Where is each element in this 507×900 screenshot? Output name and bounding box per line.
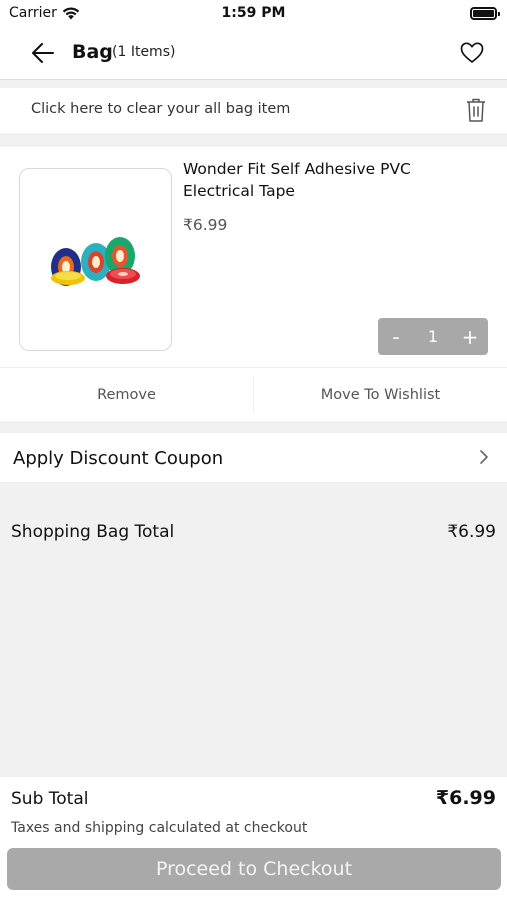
- apply-coupon-row[interactable]: Apply Discount Coupon: [0, 433, 507, 482]
- subtotal-label: Sub Total: [11, 789, 89, 809]
- cart-item: Wonder Fit Self Adhesive PVC Electrical …: [0, 147, 507, 421]
- arrow-left-icon: [32, 43, 54, 63]
- product-name[interactable]: Wonder Fit Self Adhesive PVC Electrical …: [183, 158, 483, 202]
- status-time: 1:59 PM: [221, 5, 286, 21]
- proceed-to-checkout-button[interactable]: Proceed to Checkout: [7, 848, 501, 890]
- item-actions: Remove Move To Wishlist: [0, 368, 507, 421]
- product-price: ₹6.99: [183, 216, 228, 234]
- clear-bag-button[interactable]: [465, 97, 487, 123]
- wishlist-button[interactable]: [459, 40, 485, 66]
- tape-rolls-image: [51, 237, 140, 286]
- product-image[interactable]: [19, 168, 172, 351]
- apply-coupon-label: Apply Discount Coupon: [13, 448, 224, 469]
- battery-icon: [470, 7, 500, 20]
- remove-button[interactable]: Remove: [0, 368, 253, 421]
- clear-bag-label: Click here to clear your all bag item: [31, 101, 291, 117]
- quantity-decrease-button[interactable]: -: [378, 325, 414, 349]
- quantity-increase-button[interactable]: +: [452, 325, 488, 349]
- quantity-stepper: - 1 +: [378, 318, 488, 355]
- subtotal-value: ₹6.99: [435, 787, 496, 809]
- move-to-wishlist-button[interactable]: Move To Wishlist: [254, 368, 507, 421]
- chevron-right-icon: [480, 450, 488, 464]
- trash-icon: [467, 98, 485, 122]
- tax-note: Taxes and shipping calculated at checkou…: [11, 820, 308, 836]
- item-count: (1 Items): [112, 44, 176, 60]
- checkout-footer: Sub Total ₹6.99 Taxes and shipping calcu…: [0, 777, 507, 900]
- bag-total-value: ₹6.99: [447, 522, 496, 542]
- back-button[interactable]: [28, 38, 60, 68]
- heart-icon: [460, 42, 484, 63]
- page-title: Bag: [72, 41, 113, 63]
- bag-total-label: Shopping Bag Total: [11, 522, 175, 542]
- nav-bar: Bag (1 Items): [0, 28, 507, 80]
- status-bar: Carrier 1:59 PM: [0, 0, 507, 28]
- clear-bag-row[interactable]: Click here to clear your all bag item: [0, 88, 507, 133]
- quantity-value: 1: [427, 327, 439, 346]
